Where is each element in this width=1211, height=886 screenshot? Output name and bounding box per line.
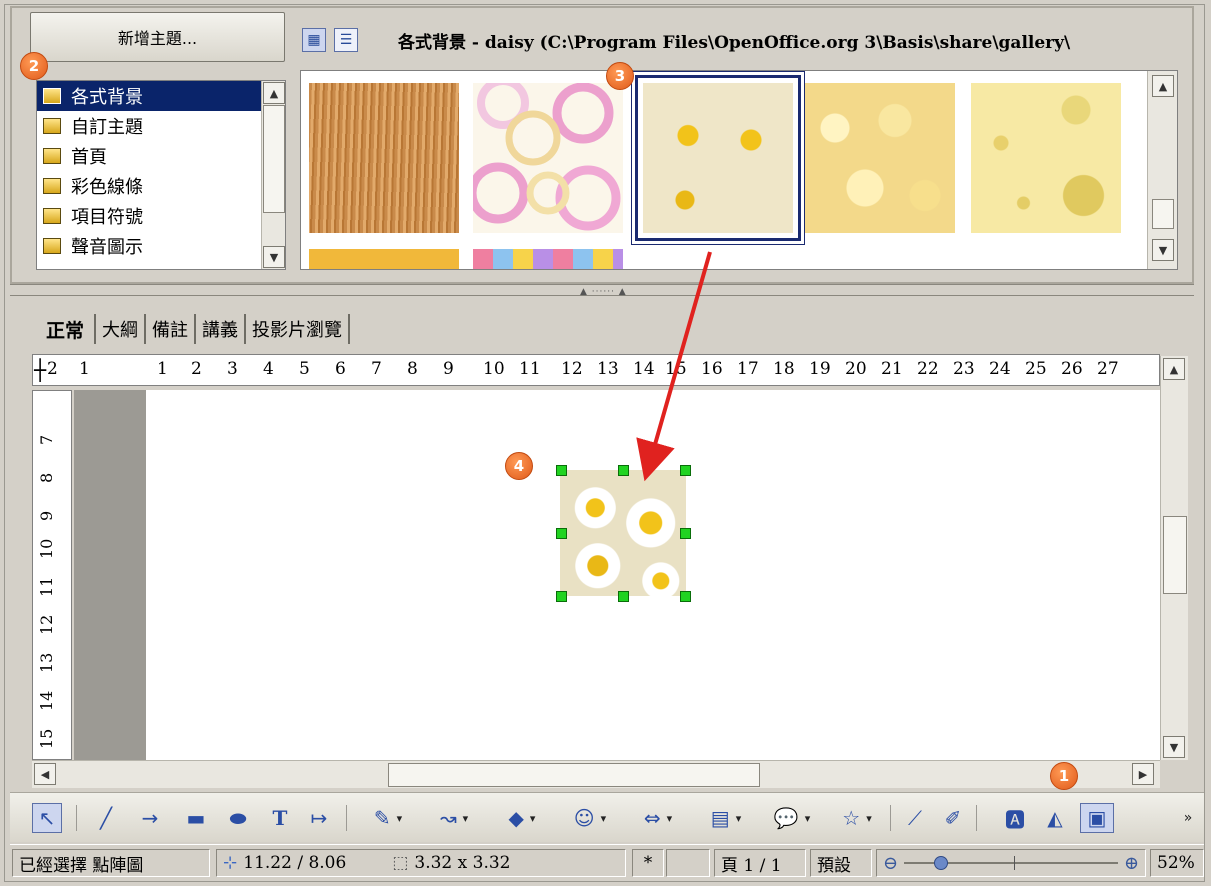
toolbar-separator: [76, 805, 77, 831]
select-arrow-icon[interactable]: ↖: [32, 803, 62, 833]
connector-tool-icon[interactable]: ↝: [426, 803, 482, 833]
glue-points-icon[interactable]: ✐: [938, 803, 968, 833]
ellipse-tool-icon[interactable]: ⬬: [222, 803, 254, 833]
zoom-track[interactable]: [904, 856, 1118, 870]
zoom-mark: [1014, 856, 1016, 870]
size-icon: ⬚: [392, 853, 409, 873]
status-selection: 已經選擇 點陣圖: [12, 849, 210, 877]
line-tool-icon[interactable]: ╱: [90, 803, 122, 833]
rectangle-tool-icon[interactable]: ▬: [180, 803, 212, 833]
flowchart-icon[interactable]: ▤: [698, 803, 754, 833]
drawing-toolbar: ↖ ╱ → ▬ ⬬ T ↦ ✎ ↝ ◆ ☺ ⇔ ▤ 💬 ☆ ⟋ ✐ 🅰 ◭ ▣ …: [10, 792, 1204, 842]
toolbar-separator: [976, 805, 977, 831]
zoom-slider[interactable]: ⊖ ⊕: [876, 849, 1146, 877]
step-badge-2: 2: [20, 52, 48, 80]
drag-arrow-annotation: [636, 251, 712, 482]
step-badge-1: 1: [1050, 762, 1078, 790]
status-page: 頁 1 / 1: [714, 849, 806, 877]
toolbar-separator: [346, 805, 347, 831]
block-arrows-icon[interactable]: ⇔: [628, 803, 688, 833]
from-file-icon[interactable]: ◭: [1040, 803, 1070, 833]
status-bar: 已經選擇 點陣圖 ⊹ 11.22 / 8.06 ⬚ 3.32 x 3.32 * …: [10, 844, 1204, 880]
status-layout: 預設: [810, 849, 872, 877]
zoom-in-icon[interactable]: ⊕: [1124, 853, 1139, 874]
zoom-knob[interactable]: [934, 856, 949, 870]
curve-tool-icon[interactable]: ✎: [360, 803, 416, 833]
status-position: 11.22 / 8.06: [243, 853, 347, 873]
zoom-out-icon[interactable]: ⊖: [883, 853, 898, 874]
fontwork-gallery-icon[interactable]: 🅰: [1000, 803, 1030, 833]
status-size: 3.32 x 3.32: [414, 853, 511, 873]
status-signature[interactable]: [666, 849, 710, 877]
status-modified[interactable]: *: [632, 849, 664, 877]
basic-shapes-icon[interactable]: ◆: [494, 803, 550, 833]
status-position-size: ⊹ 11.22 / 8.06 ⬚ 3.32 x 3.32: [216, 849, 626, 877]
arrow-line-tool-icon[interactable]: →: [134, 803, 166, 833]
step-badge-4: 4: [505, 452, 533, 480]
status-zoom[interactable]: 52%: [1150, 849, 1204, 877]
text-tool-icon[interactable]: T: [266, 803, 294, 833]
callout-connector-icon[interactable]: ↦: [304, 803, 334, 833]
step-badge-3: 3: [606, 62, 634, 90]
points-icon[interactable]: ⟋: [900, 803, 930, 833]
position-icon: ⊹: [223, 853, 238, 873]
callouts-icon[interactable]: 💬: [764, 803, 820, 833]
symbol-shapes-icon[interactable]: ☺: [562, 803, 618, 833]
gallery-toggle-icon[interactable]: ▣: [1080, 803, 1114, 833]
toolbar-separator: [890, 805, 891, 831]
stars-icon[interactable]: ☆: [832, 803, 882, 833]
toolbar-overflow-icon[interactable]: »: [1178, 803, 1198, 833]
